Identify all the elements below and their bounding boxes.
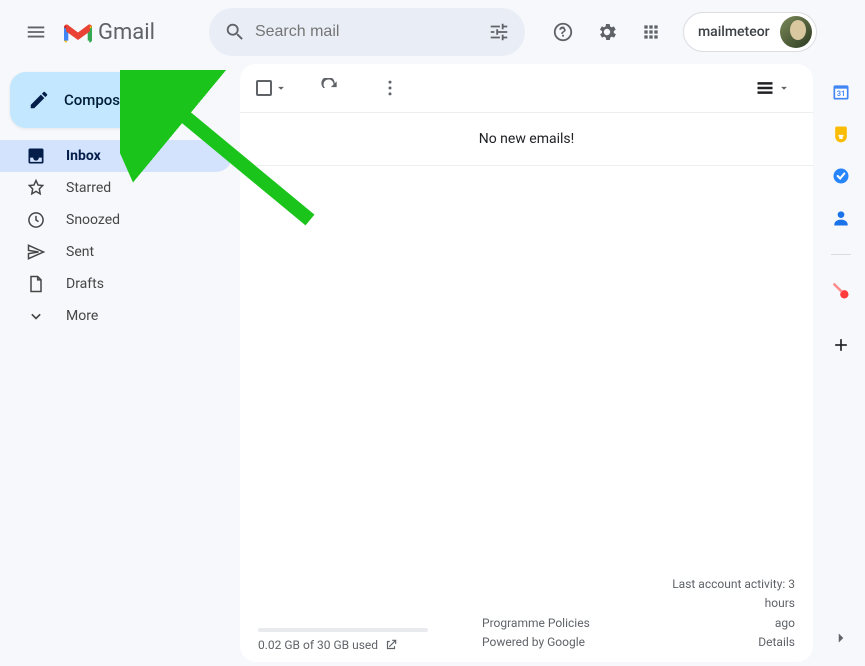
- footer-policies: Programme Policies Powered by Google: [482, 614, 622, 652]
- contacts-icon: [831, 208, 851, 228]
- sidebar-item-starred[interactable]: Starred: [0, 172, 232, 204]
- svg-text:31: 31: [837, 89, 846, 98]
- refresh-button[interactable]: [312, 70, 348, 106]
- checkbox-icon: [256, 80, 272, 96]
- gmail-m-icon: [64, 21, 92, 43]
- clock-icon: [26, 210, 46, 230]
- nav-label: More: [66, 308, 98, 324]
- inbox-icon: [26, 146, 46, 166]
- tasks-icon: [831, 166, 851, 186]
- compose-label: Compose: [64, 91, 128, 109]
- storage-info: 0.02 GB of 30 GB used: [258, 628, 458, 652]
- side-panel: 31: [817, 64, 865, 666]
- support-button[interactable]: [543, 12, 583, 52]
- mailmeteor-addon-button[interactable]: [831, 281, 851, 301]
- nav-label: Inbox: [66, 148, 101, 164]
- tasks-addon-button[interactable]: [831, 166, 851, 186]
- nav-label: Starred: [66, 180, 111, 196]
- storage-text: 0.02 GB of 30 GB used: [258, 638, 378, 652]
- header: Gmail mailmeteor: [0, 0, 865, 64]
- powered-by-text: Powered by Google: [482, 633, 622, 652]
- sidebar-item-snoozed[interactable]: Snoozed: [0, 204, 232, 236]
- search-input[interactable]: [255, 23, 479, 41]
- rail-separator: [831, 254, 851, 255]
- compose-button[interactable]: Compose: [10, 72, 150, 128]
- refresh-icon: [320, 78, 340, 98]
- calendar-icon: 31: [831, 82, 851, 102]
- search-icon: [224, 21, 246, 43]
- programme-policies-link[interactable]: Programme Policies: [482, 614, 622, 633]
- product-name: Gmail: [98, 20, 155, 45]
- toolbar: [240, 64, 813, 112]
- select-all-checkbox[interactable]: [256, 80, 288, 96]
- send-icon: [26, 242, 46, 262]
- footer: 0.02 GB of 30 GB used Programme Policies…: [240, 575, 813, 662]
- nav-label: Drafts: [66, 276, 104, 292]
- mail-list-panel: No new emails! 0.02 GB of 30 GB used Pro…: [240, 64, 813, 662]
- file-icon: [26, 274, 46, 294]
- sidebar-item-more[interactable]: More: [0, 300, 232, 332]
- keep-addon-button[interactable]: [831, 124, 851, 144]
- body: Compose Inbox Starred Snoozed Sent Draft…: [0, 64, 865, 666]
- hamburger-icon: [25, 21, 47, 43]
- hide-side-panel-button[interactable]: [825, 622, 857, 654]
- sidebar: Compose Inbox Starred Snoozed Sent Draft…: [0, 64, 240, 666]
- empty-state-message: No new emails!: [240, 112, 813, 166]
- footer-activity: Last account activity: 3 hours ago Detai…: [646, 575, 795, 652]
- contacts-addon-button[interactable]: [831, 208, 851, 228]
- sidebar-item-inbox[interactable]: Inbox: [0, 140, 232, 172]
- apps-grid-icon: [641, 22, 661, 42]
- main-menu-button[interactable]: [12, 8, 60, 56]
- toggle-split-pane-button[interactable]: [749, 72, 797, 104]
- meteor-icon: [831, 281, 851, 301]
- main: No new emails! 0.02 GB of 30 GB used Pro…: [240, 64, 817, 666]
- tune-icon: [488, 21, 510, 43]
- nav: Inbox Starred Snoozed Sent Drafts More: [0, 140, 240, 332]
- activity-text-1: Last account activity: 3 hours: [646, 575, 795, 613]
- list-icon: [755, 78, 775, 98]
- caret-down-icon: [274, 81, 288, 95]
- chevron-right-icon: [832, 629, 850, 647]
- sidebar-item-sent[interactable]: Sent: [0, 236, 232, 268]
- search-button[interactable]: [215, 12, 255, 52]
- calendar-addon-button[interactable]: 31: [831, 82, 851, 102]
- activity-details-link[interactable]: Details: [646, 633, 795, 652]
- apps-button[interactable]: [631, 12, 671, 52]
- sidebar-item-drafts[interactable]: Drafts: [0, 268, 232, 300]
- plus-icon: [831, 335, 851, 355]
- nav-label: Snoozed: [66, 212, 120, 228]
- nav-label: Sent: [66, 244, 94, 260]
- gear-icon: [596, 21, 618, 43]
- open-in-new-icon[interactable]: [384, 638, 398, 652]
- avatar: [780, 16, 812, 48]
- more-vert-icon: [380, 78, 400, 98]
- keep-icon: [831, 124, 851, 144]
- chevron-down-icon: [26, 306, 46, 326]
- search-options-button[interactable]: [479, 12, 519, 52]
- pencil-icon: [28, 89, 50, 111]
- search-bar: [209, 8, 525, 56]
- settings-button[interactable]: [587, 12, 627, 52]
- account-name: mailmeteor: [698, 24, 770, 40]
- get-addons-button[interactable]: [831, 335, 851, 355]
- gmail-logo[interactable]: Gmail: [64, 20, 155, 45]
- account-button[interactable]: mailmeteor: [683, 12, 817, 52]
- star-icon: [26, 178, 46, 198]
- activity-text-2: ago: [646, 614, 795, 633]
- header-actions: mailmeteor: [543, 12, 817, 52]
- more-button[interactable]: [372, 70, 408, 106]
- help-icon: [552, 21, 574, 43]
- storage-bar: [258, 628, 428, 632]
- caret-down-icon: [777, 81, 791, 95]
